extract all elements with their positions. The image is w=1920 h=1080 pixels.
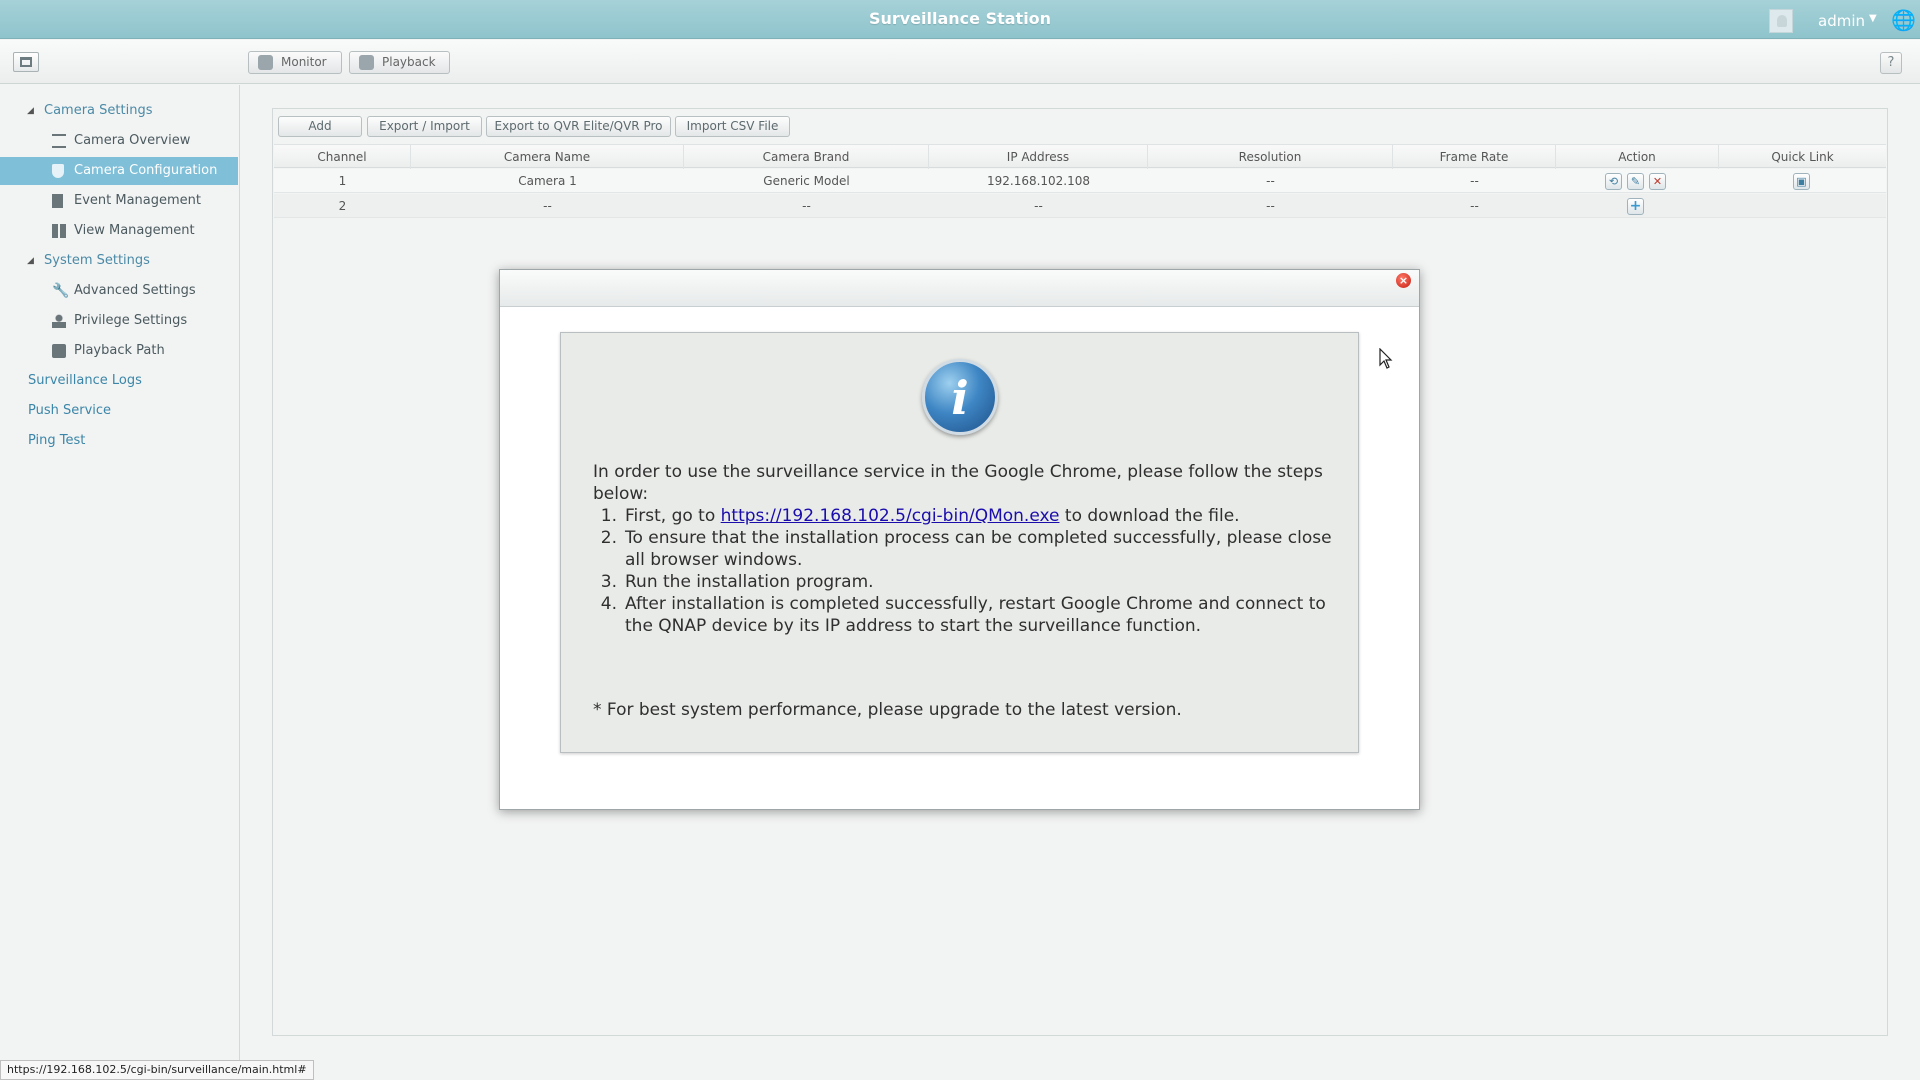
export-import-button[interactable]: Export / Import — [367, 116, 482, 137]
column-header-ip-address[interactable]: IP Address — [929, 145, 1148, 169]
column-header-quick-link: Quick Link — [1771, 150, 1834, 164]
dialog-header: × — [500, 270, 1419, 307]
event-icon — [52, 194, 63, 208]
sidebar-group-camera-settings[interactable]: ◢ Camera Settings — [0, 97, 238, 125]
table-row[interactable]: 2 -- -- -- -- -- + — [274, 194, 1886, 218]
cell-ip-address: -- — [1034, 199, 1043, 213]
sidebar-group-system-settings[interactable]: ◢ System Settings — [0, 247, 238, 275]
cell-frame-rate: -- — [1470, 199, 1479, 213]
cell-frame-rate: -- — [1470, 174, 1479, 188]
sidebar-item-camera-configuration[interactable]: Camera Configuration — [0, 157, 238, 185]
cell-ip-address: 192.168.102.108 — [986, 174, 1091, 188]
sidebar-item-advanced-settings[interactable]: 🔧 Advanced Settings — [0, 277, 238, 305]
column-header-channel[interactable]: Channel — [274, 145, 411, 169]
cell-camera-brand: Generic Model — [763, 174, 850, 188]
user-icon — [52, 314, 66, 328]
title-bar: Surveillance Station admin ▼ 🌐 — [0, 0, 1920, 39]
playback-button[interactable]: Playback — [349, 51, 450, 74]
folder-icon — [52, 344, 66, 358]
status-bar-url: https://192.168.102.5/cgi-bin/surveillan… — [0, 1060, 314, 1080]
close-icon[interactable]: × — [1396, 273, 1411, 288]
quick-link-icon[interactable]: ▣ — [1793, 173, 1810, 190]
export-qvr-button[interactable]: Export to QVR Elite/QVR Pro — [486, 116, 671, 137]
cell-camera-brand: -- — [802, 199, 811, 213]
globe-icon[interactable]: 🌐 — [1891, 10, 1916, 30]
column-header-camera-name[interactable]: Camera Name — [411, 145, 684, 169]
info-icon: i — [922, 359, 998, 435]
step-1-prefix: First, go to — [625, 506, 716, 526]
table-row[interactable]: 1 Camera 1 Generic Model 192.168.102.108… — [274, 169, 1886, 193]
sidebar-toggle-button[interactable] — [13, 52, 39, 72]
column-header-camera-brand[interactable]: Camera Brand — [684, 145, 929, 169]
app-title: Surveillance Station — [868, 9, 1052, 28]
mouse-cursor-icon — [1379, 347, 1393, 374]
cell-resolution: -- — [1266, 174, 1275, 188]
user-avatar-icon[interactable] — [1769, 9, 1793, 33]
wrench-icon: 🔧 — [52, 283, 70, 299]
cell-camera-name: -- — [543, 199, 552, 213]
chevron-down-icon[interactable]: ▼ — [1869, 13, 1877, 24]
user-menu[interactable]: admin — [1818, 12, 1865, 30]
menu-icon — [20, 57, 32, 67]
dialog-intro: In order to use the surveillance service… — [593, 462, 1323, 504]
cell-resolution: -- — [1266, 199, 1275, 213]
sidebar-item-view-management[interactable]: View Management — [0, 217, 238, 245]
sidebar-item-ping-test[interactable]: Ping Test — [0, 427, 238, 455]
list-icon — [52, 134, 66, 148]
edit-icon[interactable]: ✎ — [1627, 173, 1644, 190]
connect-icon[interactable]: ⟲ — [1605, 173, 1622, 190]
toolbar: Monitor Playback ? — [0, 40, 1920, 84]
column-header-frame-rate[interactable]: Frame Rate — [1393, 145, 1556, 169]
help-button[interactable]: ? — [1880, 52, 1902, 74]
monitor-icon — [258, 55, 273, 70]
grid-icon — [52, 224, 66, 238]
shield-icon — [52, 164, 64, 178]
download-link[interactable]: https://192.168.102.5/cgi-bin/QMon.exe — [721, 506, 1060, 526]
playback-label: Playback — [382, 55, 436, 69]
sidebar-item-event-management[interactable]: Event Management — [0, 187, 238, 215]
sidebar-item-camera-overview[interactable]: Camera Overview — [0, 127, 238, 155]
column-header-resolution[interactable]: Resolution — [1148, 145, 1393, 169]
cell-channel: 1 — [338, 174, 347, 188]
cell-camera-name: Camera 1 — [518, 174, 577, 188]
sidebar-item-privilege-settings[interactable]: Privilege Settings — [0, 307, 238, 335]
add-button[interactable]: Add — [278, 116, 362, 137]
monitor-label: Monitor — [281, 55, 327, 69]
play-icon — [359, 55, 374, 70]
collapse-triangle-icon: ◢ — [27, 106, 34, 116]
delete-icon[interactable]: ✕ — [1649, 173, 1666, 190]
message-box: i In order to use the surveillance servi… — [560, 332, 1359, 753]
add-camera-icon[interactable]: + — [1627, 198, 1644, 215]
cell-channel: 2 — [338, 199, 347, 213]
table-header: Channel Camera Name Camera Brand IP Addr… — [274, 144, 1886, 169]
sidebar: ◢ Camera Settings Camera Overview Camera… — [0, 85, 240, 1080]
dialog-note: * For best system performance, please up… — [593, 700, 1182, 720]
sidebar-item-push-service[interactable]: Push Service — [0, 397, 238, 425]
collapse-triangle-icon: ◢ — [27, 256, 34, 266]
import-csv-button[interactable]: Import CSV File — [675, 116, 790, 137]
step-1-suffix: to download the file. — [1064, 506, 1240, 526]
column-header-action: Action — [1556, 145, 1719, 169]
monitor-button[interactable]: Monitor — [248, 51, 342, 74]
sidebar-item-surveillance-logs[interactable]: Surveillance Logs — [0, 367, 238, 395]
sidebar-item-playback-path[interactable]: Playback Path — [0, 337, 238, 365]
chrome-plugin-dialog: × i In order to use the surveillance ser… — [499, 269, 1420, 810]
